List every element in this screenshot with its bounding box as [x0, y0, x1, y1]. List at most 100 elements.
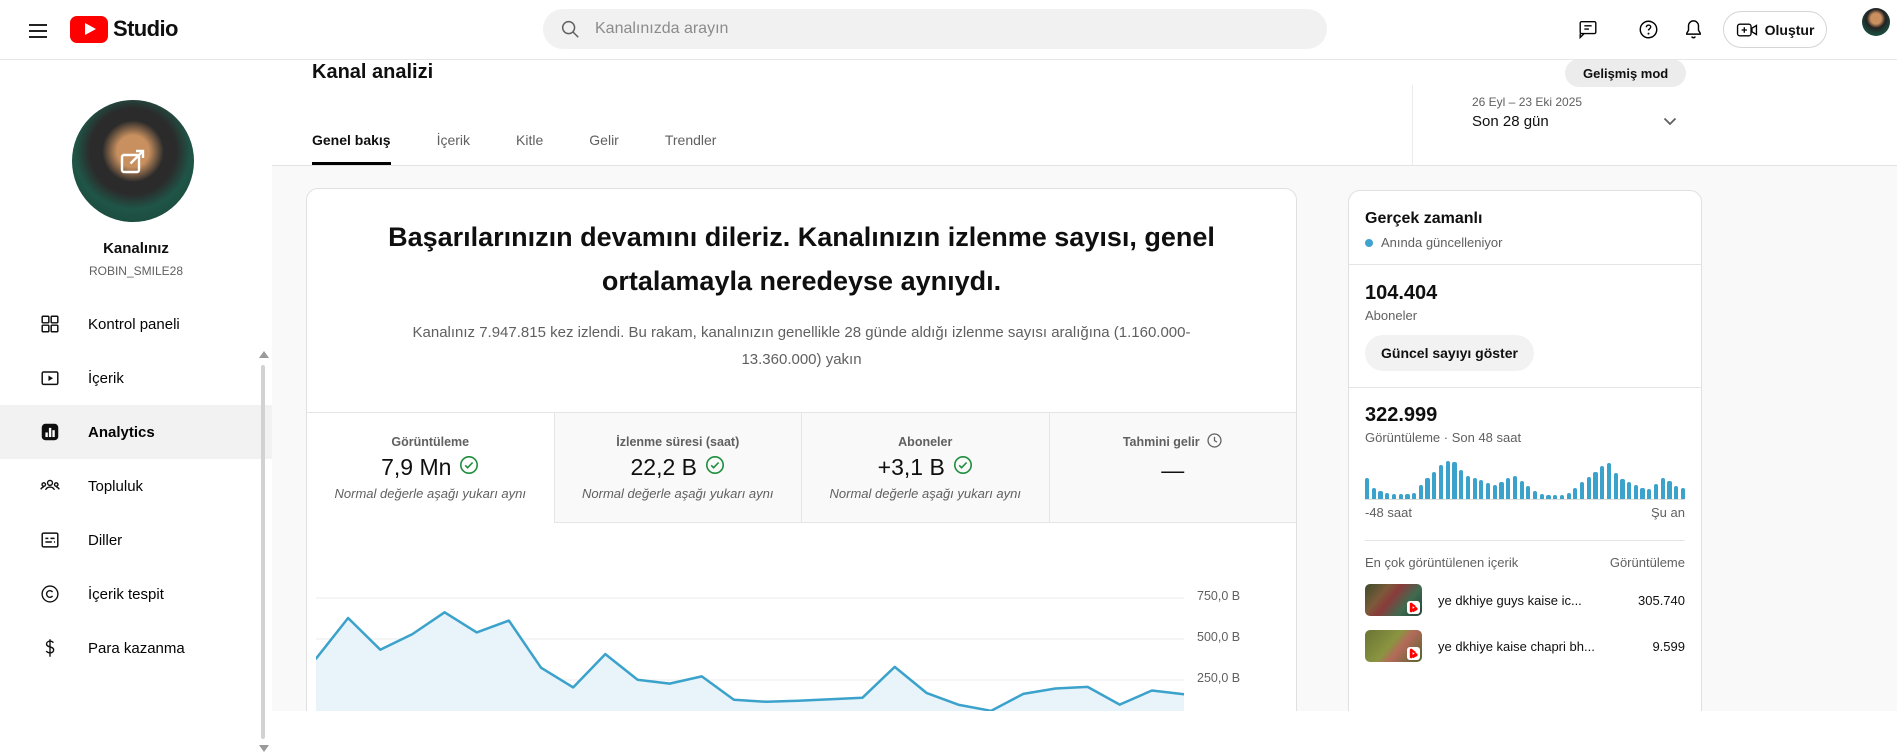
top-bar: Studio Oluştur [0, 0, 1897, 60]
channel-name: Kanalınız [0, 240, 272, 257]
metric-card-1[interactable]: İzlenme süresi (saat)22,2 BNormal değerl… [554, 413, 802, 522]
overview-card: Başarılarınızın devamını dileriz. Kanalı… [306, 188, 1297, 711]
metric-label: Aboneler [898, 435, 952, 449]
realtime-bar [1399, 494, 1403, 499]
metric-label: Tahmini gelir [1123, 435, 1200, 449]
feedback-icon [1577, 18, 1599, 40]
realtime-bar [1432, 472, 1436, 499]
sidebar-item-topluluk[interactable]: Topluluk [0, 459, 272, 513]
advanced-mode-button[interactable]: Gelişmiş mod [1565, 59, 1686, 87]
realtime-bar [1513, 476, 1517, 499]
sidebar-item-kontrol-paneli[interactable]: Kontrol paneli [0, 297, 272, 351]
community-icon [38, 474, 62, 498]
help-button[interactable] [1628, 9, 1668, 49]
realtime-bar [1446, 461, 1450, 499]
realtime-views-label: Görüntüleme · Son 48 saat [1365, 430, 1685, 445]
date-range-picker[interactable]: 26 Eyl – 23 Eki 2025 Son 28 gün [1412, 85, 1897, 165]
studio-wordmark: Studio [113, 16, 178, 42]
metric-card-0[interactable]: Görüntüleme7,9 MnNormal değerle aşağı yu… [307, 413, 554, 523]
search-icon [559, 18, 581, 40]
realtime-bar [1439, 465, 1443, 499]
sidebar-scroll-up-arrow[interactable] [259, 351, 269, 358]
metric-value: 7,9 Mn [381, 454, 451, 481]
search-input[interactable] [593, 19, 1237, 39]
top-content-row[interactable]: ye dkhiye kaise chapri bh...9.599 [1365, 630, 1685, 662]
metric-strip: Görüntüleme7,9 MnNormal değerle aşağı yu… [307, 412, 1296, 523]
create-button[interactable]: Oluştur [1723, 11, 1827, 48]
bell-icon [1682, 18, 1705, 41]
realtime-bar [1493, 485, 1497, 499]
page-title: Kanal analizi [312, 61, 433, 84]
realtime-views-value: 322.999 [1365, 404, 1685, 427]
sidebar: Kanalınız ROBIN_SMILE28 Kontrol paneli İç… [0, 59, 272, 711]
tab-genel-bakış[interactable]: Genel bakış [312, 132, 391, 165]
sidebar-item-diller[interactable]: Diller [0, 513, 272, 567]
feedback-button[interactable] [1568, 9, 1608, 49]
youtube-studio-logo[interactable]: Studio [70, 9, 178, 49]
search-bar[interactable] [543, 9, 1327, 49]
sidebar-item-i-çerik-tespit[interactable]: İçerik tespit [0, 567, 272, 621]
overview-subtitle: Kanalınız 7.947.815 kez izlendi. Bu raka… [397, 319, 1206, 373]
sidebar-item-label: İçerik [88, 370, 124, 387]
popout-arrow-icon [116, 144, 150, 178]
top-content-list: ye dkhiye guys kaise ic...305.740ye dkhi… [1365, 584, 1685, 662]
video-title: ye dkhiye guys kaise ic... [1438, 593, 1622, 608]
chevron-down-icon [1658, 109, 1682, 133]
copyright-icon [38, 582, 62, 606]
subtitles-icon [38, 528, 62, 552]
top-content-row[interactable]: ye dkhiye guys kaise ic... 305.740 [1365, 584, 1685, 616]
hamburger-icon [28, 23, 48, 39]
realtime-bar [1412, 493, 1416, 499]
show-live-count-button[interactable]: Güncel sayıyı göster [1365, 335, 1534, 371]
analytics-icon [38, 420, 62, 444]
sidebar-item-i-çerik[interactable]: İçerik [0, 351, 272, 405]
realtime-bar [1681, 488, 1685, 499]
views-line-chart[interactable] [316, 556, 1184, 711]
realtime-bar [1385, 493, 1389, 499]
tab-kitle[interactable]: Kitle [516, 132, 543, 165]
metric-card-3[interactable]: Tahmini gelir— [1049, 413, 1297, 522]
clock-icon [1206, 432, 1223, 452]
sidebar-item-label: İçerik tespit [88, 586, 164, 603]
views-trend-svg [316, 556, 1184, 711]
sidebar-scroll-down-arrow[interactable] [259, 745, 269, 752]
account-avatar[interactable] [1862, 8, 1890, 36]
sidebar-item-label: Topluluk [88, 478, 143, 495]
monetization-icon [38, 636, 62, 660]
realtime-bar [1580, 482, 1584, 499]
y-axis-tick: 250,0 B [1197, 671, 1259, 685]
sidebar-menu: Kontrol paneli İçerik Analytics Topluluk Dil… [0, 297, 272, 675]
notifications-button[interactable] [1673, 9, 1713, 49]
realtime-bar [1647, 489, 1651, 499]
tab-gelir[interactable]: Gelir [589, 132, 619, 165]
metric-card-2[interactable]: Aboneler+3,1 BNormal değerle aşağı yukar… [801, 413, 1049, 522]
divider [1349, 387, 1701, 388]
sidebar-item-analytics[interactable]: Analytics [0, 405, 272, 459]
realtime-bar [1486, 483, 1490, 499]
realtime-bar [1526, 486, 1530, 499]
realtime-bar [1546, 495, 1550, 499]
channel-handle: ROBIN_SMILE28 [0, 264, 272, 278]
realtime-card: Gerçek zamanlı Anında güncelleniyor 104.… [1348, 190, 1702, 711]
realtime-bar [1553, 495, 1557, 499]
date-range-text: 26 Eyl – 23 Eki 2025 [1472, 95, 1582, 109]
video-thumbnail [1365, 630, 1422, 662]
video-views: 305.740 [1638, 593, 1685, 608]
metric-note: Normal değerle aşağı yukarı aynı [335, 486, 526, 501]
realtime-bar [1392, 494, 1396, 499]
realtime-bar [1425, 478, 1429, 499]
tab-i-çerik[interactable]: İçerik [437, 132, 470, 165]
sidebar-scrollbar[interactable] [261, 365, 265, 739]
overview-headline: Başarılarınızın devamını dileriz. Kanalı… [377, 215, 1226, 303]
sidebar-item-label: Para kazanma [88, 640, 185, 657]
realtime-bar [1674, 486, 1678, 499]
tab-trendler[interactable]: Trendler [665, 132, 717, 165]
realtime-bar [1620, 479, 1624, 499]
sidebar-item-para-kazanma[interactable]: Para kazanma [0, 621, 272, 675]
content-area: Başarılarınızın devamını dileriz. Kanalı… [272, 165, 1897, 711]
shorts-icon [1407, 601, 1420, 614]
channel-avatar[interactable] [72, 100, 194, 222]
realtime-bar-chart[interactable] [1365, 459, 1685, 500]
realtime-bar [1459, 470, 1463, 499]
hamburger-menu-button[interactable] [18, 11, 58, 51]
